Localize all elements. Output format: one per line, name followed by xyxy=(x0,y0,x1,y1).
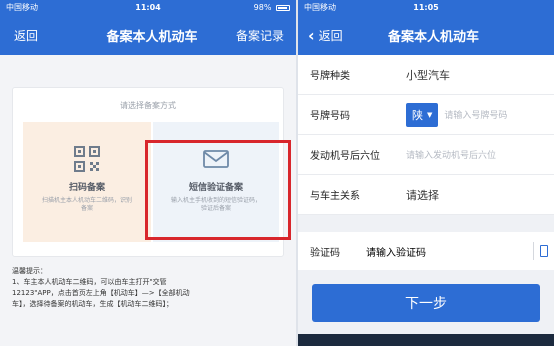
tips-line: 车】，选择待备案的机动车，生成【机动车二维码】； xyxy=(12,300,173,308)
status-icons: 98% xyxy=(210,3,290,12)
page-title: 备案本人机动车 xyxy=(106,29,198,45)
engine-label: 发动机号后六位 xyxy=(310,151,380,162)
nav-bar: 返回 备案本人机动车 备案记录 xyxy=(0,15,296,55)
plate-number-input[interactable]: 请输入号牌号码 xyxy=(444,108,507,121)
status-bar: 中国移动 11:04 98% xyxy=(0,0,296,15)
left-screen: 中国移动 11:04 98% 返回 备案本人机动车 备案记录 请选择备案方式 扫… xyxy=(0,0,296,346)
scan-qr-option[interactable]: 扫码备案 扫描机主本人机动车二维码，识别备案 xyxy=(23,122,151,242)
status-time: 11:05 xyxy=(413,3,439,12)
bottom-bar xyxy=(298,334,554,346)
status-bar: 中国移动 11:05 xyxy=(298,0,554,15)
qr-code-icon xyxy=(72,144,102,174)
plate-number-label: 号牌号码 xyxy=(310,111,350,122)
plate-type-row[interactable]: 号牌种类 小型汽车 xyxy=(298,55,554,95)
plate-type-label: 号牌种类 xyxy=(310,71,350,82)
carrier: 中国移动 xyxy=(304,3,336,12)
records-button[interactable]: 备案记录 xyxy=(236,27,284,44)
battery-percent: 98% xyxy=(253,3,272,12)
right-screen: 中国移动 11:05 ‹ 返回 备案本人机动车 号牌种类 小型汽车 号牌号码 陕… xyxy=(298,0,554,346)
scan-qr-title: 扫码备案 xyxy=(68,183,105,193)
plate-type-value: 小型汽车 xyxy=(406,68,450,82)
plate-number-row: 号牌号码 陕 ▼ 请输入号牌号码 xyxy=(298,95,554,135)
province-value: 陕 xyxy=(412,108,423,122)
verification-code-row: 验证码 请输入验证码 xyxy=(298,232,554,270)
tips-line: 12123"APP，点击首页左上角【机动车】—>【全部机动 xyxy=(12,289,190,297)
tips-line: 1、车主本人机动车二维码，可以由车主打开"交管 xyxy=(12,278,167,286)
tips-section: 温馨提示： 1、车主本人机动车二维码，可以由车主打开"交管 12123"APP，… xyxy=(12,266,292,310)
relation-row[interactable]: 与车主关系 请选择 xyxy=(298,175,554,215)
scan-qr-desc: 扫描机主本人机动车二维码，识别备案 xyxy=(42,197,133,212)
code-input[interactable]: 请输入验证码 xyxy=(366,244,426,259)
nav-bar: ‹ 返回 备案本人机动车 xyxy=(298,15,554,55)
chevron-left-icon: ‹ xyxy=(308,25,315,45)
get-code-icon[interactable] xyxy=(540,245,548,257)
battery-icon xyxy=(276,4,290,11)
back-button[interactable]: ‹ 返回 xyxy=(308,26,343,45)
tips-line: 温馨提示： xyxy=(12,267,47,275)
vehicle-form: 号牌种类 小型汽车 号牌号码 陕 ▼ 请输入号牌号码 发动机号后六位 请输入发动… xyxy=(298,55,554,215)
page-title: 备案本人机动车 xyxy=(388,29,480,45)
code-label: 验证码 xyxy=(310,247,340,259)
status-time: 11:04 xyxy=(135,3,161,12)
back-label: 返回 xyxy=(318,28,343,43)
highlight-box xyxy=(145,140,291,240)
divider xyxy=(533,242,534,260)
caret-down-icon: ▼ xyxy=(427,110,433,119)
province-select[interactable]: 陕 ▼ xyxy=(406,102,439,127)
method-caption: 请选择备案方式 xyxy=(120,101,176,110)
engine-input[interactable]: 请输入发动机号后六位 xyxy=(406,148,496,161)
carrier: 中国移动 xyxy=(6,3,38,12)
relation-label: 与车主关系 xyxy=(310,191,360,202)
next-button[interactable]: 下一步 xyxy=(312,284,540,322)
relation-value: 请选择 xyxy=(406,188,439,202)
engine-row: 发动机号后六位 请输入发动机号后六位 xyxy=(298,135,554,175)
back-button[interactable]: 返回 xyxy=(14,27,38,44)
